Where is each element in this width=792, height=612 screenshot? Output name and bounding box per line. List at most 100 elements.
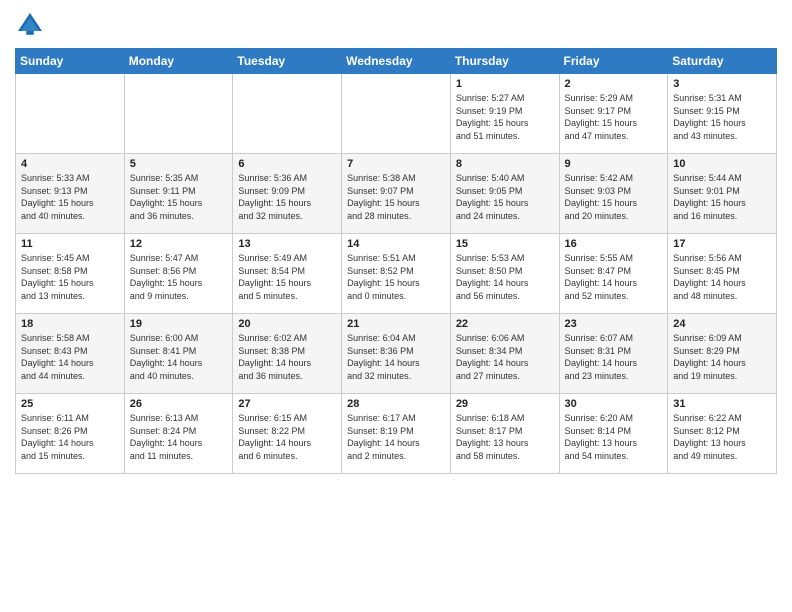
calendar-cell: 19 Sunrise: 6:00 AM Sunset: 8:41 PM Dayli…: [124, 314, 233, 394]
calendar-cell: 23 Sunrise: 6:07 AM Sunset: 8:31 PM Dayli…: [559, 314, 668, 394]
day-number: 10: [673, 158, 771, 170]
day-info: Sunrise: 6:07 AM Sunset: 8:31 PM Dayligh…: [565, 332, 663, 382]
calendar-cell: 7 Sunrise: 5:38 AM Sunset: 9:07 PM Daylig…: [342, 154, 451, 234]
day-header-sunday: Sunday: [16, 49, 125, 74]
day-info: Sunrise: 6:17 AM Sunset: 8:19 PM Dayligh…: [347, 412, 445, 462]
main-container: SundayMondayTuesdayWednesdayThursdayFrid…: [0, 0, 792, 484]
day-info: Sunrise: 5:49 AM Sunset: 8:54 PM Dayligh…: [238, 252, 336, 302]
day-number: 5: [130, 158, 228, 170]
day-info: Sunrise: 5:53 AM Sunset: 8:50 PM Dayligh…: [456, 252, 554, 302]
day-number: 3: [673, 78, 771, 90]
calendar-cell: 25 Sunrise: 6:11 AM Sunset: 8:26 PM Dayli…: [16, 394, 125, 474]
day-number: 26: [130, 398, 228, 410]
day-info: Sunrise: 6:20 AM Sunset: 8:14 PM Dayligh…: [565, 412, 663, 462]
calendar-cell: 22 Sunrise: 6:06 AM Sunset: 8:34 PM Dayli…: [450, 314, 559, 394]
day-info: Sunrise: 6:11 AM Sunset: 8:26 PM Dayligh…: [21, 412, 119, 462]
calendar-cell: 31 Sunrise: 6:22 AM Sunset: 8:12 PM Dayli…: [668, 394, 777, 474]
day-number: 7: [347, 158, 445, 170]
day-number: 4: [21, 158, 119, 170]
calendar-cell: 27 Sunrise: 6:15 AM Sunset: 8:22 PM Dayli…: [233, 394, 342, 474]
day-number: 19: [130, 318, 228, 330]
week-row-4: 18 Sunrise: 5:58 AM Sunset: 8:43 PM Dayli…: [16, 314, 777, 394]
day-info: Sunrise: 6:15 AM Sunset: 8:22 PM Dayligh…: [238, 412, 336, 462]
day-number: 21: [347, 318, 445, 330]
logo-icon: [15, 10, 45, 40]
calendar-cell: 4 Sunrise: 5:33 AM Sunset: 9:13 PM Daylig…: [16, 154, 125, 234]
day-info: Sunrise: 5:42 AM Sunset: 9:03 PM Dayligh…: [565, 172, 663, 222]
day-number: 24: [673, 318, 771, 330]
calendar-cell: 21 Sunrise: 6:04 AM Sunset: 8:36 PM Dayli…: [342, 314, 451, 394]
day-info: Sunrise: 5:35 AM Sunset: 9:11 PM Dayligh…: [130, 172, 228, 222]
calendar-cell: 1 Sunrise: 5:27 AM Sunset: 9:19 PM Daylig…: [450, 74, 559, 154]
calendar-cell: 13 Sunrise: 5:49 AM Sunset: 8:54 PM Dayli…: [233, 234, 342, 314]
day-info: Sunrise: 6:13 AM Sunset: 8:24 PM Dayligh…: [130, 412, 228, 462]
day-info: Sunrise: 6:22 AM Sunset: 8:12 PM Dayligh…: [673, 412, 771, 462]
day-info: Sunrise: 6:00 AM Sunset: 8:41 PM Dayligh…: [130, 332, 228, 382]
day-info: Sunrise: 5:27 AM Sunset: 9:19 PM Dayligh…: [456, 92, 554, 142]
day-info: Sunrise: 5:33 AM Sunset: 9:13 PM Dayligh…: [21, 172, 119, 222]
day-number: 12: [130, 238, 228, 250]
day-number: 18: [21, 318, 119, 330]
day-number: 6: [238, 158, 336, 170]
day-number: 31: [673, 398, 771, 410]
calendar-cell: 10 Sunrise: 5:44 AM Sunset: 9:01 PM Dayli…: [668, 154, 777, 234]
calendar-cell: 24 Sunrise: 6:09 AM Sunset: 8:29 PM Dayli…: [668, 314, 777, 394]
calendar-cell: 30 Sunrise: 6:20 AM Sunset: 8:14 PM Dayli…: [559, 394, 668, 474]
day-number: 8: [456, 158, 554, 170]
day-info: Sunrise: 5:31 AM Sunset: 9:15 PM Dayligh…: [673, 92, 771, 142]
calendar-cell: [233, 74, 342, 154]
day-number: 1: [456, 78, 554, 90]
day-info: Sunrise: 5:47 AM Sunset: 8:56 PM Dayligh…: [130, 252, 228, 302]
calendar-cell: 8Sunrise: 5:40 AM Sunset: 9:05 PM Daylig…: [450, 154, 559, 234]
day-header-monday: Monday: [124, 49, 233, 74]
day-info: Sunrise: 6:06 AM Sunset: 8:34 PM Dayligh…: [456, 332, 554, 382]
day-info: Sunrise: 5:56 AM Sunset: 8:45 PM Dayligh…: [673, 252, 771, 302]
calendar-cell: [16, 74, 125, 154]
day-info: Sunrise: 6:04 AM Sunset: 8:36 PM Dayligh…: [347, 332, 445, 382]
calendar-cell: 2Sunrise: 5:29 AM Sunset: 9:17 PM Daylig…: [559, 74, 668, 154]
day-info: Sunrise: 5:58 AM Sunset: 8:43 PM Dayligh…: [21, 332, 119, 382]
header-row: SundayMondayTuesdayWednesdayThursdayFrid…: [16, 49, 777, 74]
day-number: 15: [456, 238, 554, 250]
day-number: 28: [347, 398, 445, 410]
day-info: Sunrise: 5:45 AM Sunset: 8:58 PM Dayligh…: [21, 252, 119, 302]
calendar-cell: 16 Sunrise: 5:55 AM Sunset: 8:47 PM Dayli…: [559, 234, 668, 314]
calendar-cell: 6Sunrise: 5:36 AM Sunset: 9:09 PM Daylig…: [233, 154, 342, 234]
calendar-cell: 28 Sunrise: 6:17 AM Sunset: 8:19 PM Dayli…: [342, 394, 451, 474]
day-info: Sunrise: 6:09 AM Sunset: 8:29 PM Dayligh…: [673, 332, 771, 382]
calendar-cell: 17Sunrise: 5:56 AM Sunset: 8:45 PM Dayli…: [668, 234, 777, 314]
calendar-table: SundayMondayTuesdayWednesdayThursdayFrid…: [15, 48, 777, 474]
day-number: 27: [238, 398, 336, 410]
day-number: 29: [456, 398, 554, 410]
day-info: Sunrise: 5:38 AM Sunset: 9:07 PM Dayligh…: [347, 172, 445, 222]
calendar-cell: 3 Sunrise: 5:31 AM Sunset: 9:15 PM Daylig…: [668, 74, 777, 154]
day-header-tuesday: Tuesday: [233, 49, 342, 74]
day-header-saturday: Saturday: [668, 49, 777, 74]
calendar-cell: [342, 74, 451, 154]
week-row-3: 11 Sunrise: 5:45 AM Sunset: 8:58 PM Dayli…: [16, 234, 777, 314]
day-number: 14: [347, 238, 445, 250]
day-number: 9: [565, 158, 663, 170]
day-number: 25: [21, 398, 119, 410]
calendar-cell: [124, 74, 233, 154]
day-info: Sunrise: 5:55 AM Sunset: 8:47 PM Dayligh…: [565, 252, 663, 302]
day-header-friday: Friday: [559, 49, 668, 74]
day-number: 30: [565, 398, 663, 410]
calendar-cell: 9 Sunrise: 5:42 AM Sunset: 9:03 PM Daylig…: [559, 154, 668, 234]
day-number: 22: [456, 318, 554, 330]
day-header-wednesday: Wednesday: [342, 49, 451, 74]
day-number: 13: [238, 238, 336, 250]
week-row-2: 4 Sunrise: 5:33 AM Sunset: 9:13 PM Daylig…: [16, 154, 777, 234]
day-number: 11: [21, 238, 119, 250]
calendar-cell: 5 Sunrise: 5:35 AM Sunset: 9:11 PM Daylig…: [124, 154, 233, 234]
calendar-cell: 15 Sunrise: 5:53 AM Sunset: 8:50 PM Dayli…: [450, 234, 559, 314]
day-number: 2: [565, 78, 663, 90]
calendar-cell: 26 Sunrise: 6:13 AM Sunset: 8:24 PM Dayli…: [124, 394, 233, 474]
day-info: Sunrise: 5:44 AM Sunset: 9:01 PM Dayligh…: [673, 172, 771, 222]
day-info: Sunrise: 6:02 AM Sunset: 8:38 PM Dayligh…: [238, 332, 336, 382]
day-number: 23: [565, 318, 663, 330]
day-number: 16: [565, 238, 663, 250]
week-row-5: 25 Sunrise: 6:11 AM Sunset: 8:26 PM Dayli…: [16, 394, 777, 474]
calendar-cell: 14 Sunrise: 5:51 AM Sunset: 8:52 PM Dayli…: [342, 234, 451, 314]
day-info: Sunrise: 5:51 AM Sunset: 8:52 PM Dayligh…: [347, 252, 445, 302]
